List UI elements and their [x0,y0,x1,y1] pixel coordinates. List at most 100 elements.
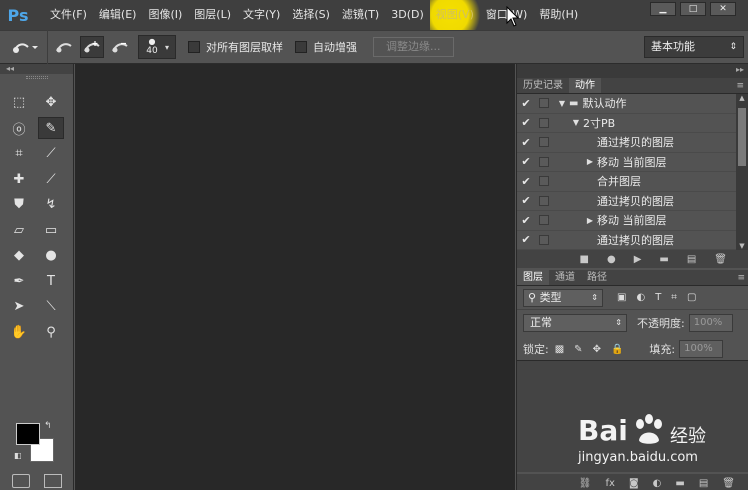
toggle-dialog-checkbox[interactable] [539,137,549,148]
tab-channels[interactable]: 通道 [549,270,581,285]
zoom-icon[interactable]: ⚲ [38,321,64,343]
tab-actions[interactable]: 动作 [569,78,601,93]
expanded-arrow-icon[interactable]: ▼ [555,99,569,108]
auto-enhance-checkbox[interactable] [295,41,307,53]
swap-colors-icon[interactable]: ↰ [44,421,52,431]
panel-collapse-bar[interactable]: ▸▸ [517,64,748,78]
marquee-icon[interactable]: ⬚ [6,92,32,114]
stop-icon[interactable]: ■ [580,254,589,265]
tool-preset-picker[interactable] [0,30,48,64]
toggle-item-check-icon[interactable]: ✔ [517,214,535,227]
menu-layer[interactable]: 图层(L) [188,0,237,30]
move-icon[interactable]: ✥ [38,92,64,114]
clone-stamp-icon[interactable]: ⛊ [6,194,32,216]
sample-all-layers-checkbox[interactable] [188,41,200,53]
delete-icon[interactable]: 🗑 [714,254,727,265]
new-set-icon[interactable]: ▬ [659,254,668,265]
type-icon[interactable]: T [38,270,64,292]
fill-field[interactable]: 100% [679,340,724,358]
expanded-arrow-icon[interactable]: ▼ [569,118,583,127]
menu-edit[interactable]: 编辑(E) [93,0,143,30]
actions-scrollbar[interactable]: ▲ ▼ [736,94,748,250]
menu-help[interactable]: 帮助(H) [533,0,584,30]
action-row[interactable]: ✔ 通过拷贝的图层 [517,231,737,250]
add-mask-icon[interactable]: ◙ [629,478,639,489]
new-layer-icon[interactable]: ▤ [699,478,708,489]
toggle-dialog-checkbox[interactable] [539,195,549,206]
hand-icon[interactable]: ✋ [6,321,32,343]
maximize-icon[interactable]: □ [680,2,706,16]
toggle-item-check-icon[interactable]: ✔ [517,194,535,207]
refine-edge-button[interactable]: 调整边缘... [373,37,454,57]
toggle-dialog-checkbox[interactable] [539,117,549,128]
menu-view[interactable]: 视图(V) [429,0,480,30]
toggle-dialog-checkbox[interactable] [539,176,549,187]
record-icon[interactable]: ● [607,254,616,265]
lock-all-icon[interactable]: 🔒 [611,344,623,355]
pen-icon[interactable]: ✒ [6,270,32,292]
action-row[interactable]: ✔ ▶ 移动 当前图层 [517,211,737,231]
line-icon[interactable]: ⟍ [38,296,64,318]
healing-brush-icon[interactable]: ✚ [6,168,32,190]
collapsed-arrow-icon[interactable]: ▶ [583,216,597,225]
smart-object-filter-icon[interactable]: ▢ [687,292,696,303]
tab-history[interactable]: 历史记录 [517,78,569,93]
toolbox-collapse-icon[interactable]: ◂◂ [0,64,73,74]
action-row[interactable]: ✔ 通过拷贝的图层 [517,192,737,211]
lock-position-icon[interactable]: ✥ [593,344,601,355]
brush-icon[interactable]: ⟋ [38,168,64,190]
action-row[interactable]: ✔ ▼ ▬ 默认动作 [517,94,737,114]
toggle-dialog-checkbox[interactable] [539,98,549,109]
quick-mask-icon[interactable] [12,474,30,488]
lock-transparent-icon[interactable]: ▩ [555,344,564,355]
collapse-arrows-icon[interactable]: ▸▸ [736,65,744,74]
close-icon[interactable]: ✕ [710,2,736,16]
toggle-item-check-icon[interactable]: ✔ [517,116,535,129]
tab-paths[interactable]: 路径 [581,270,613,285]
default-colors-icon[interactable]: ◧ [14,451,24,461]
menu-select[interactable]: 选择(S) [286,0,336,30]
menu-type[interactable]: 文字(Y) [237,0,286,30]
subtract-selection-button[interactable] [108,36,132,58]
pixel-layer-filter-icon[interactable]: ▣ [617,292,626,303]
lock-image-icon[interactable]: ✎ [574,344,582,355]
shape-layer-filter-icon[interactable]: ⌗ [671,292,677,303]
adjustment-layer-filter-icon[interactable]: ◐ [636,292,645,303]
scroll-up-icon[interactable]: ▲ [736,94,748,102]
adjustment-layer-icon[interactable]: ◐ [653,478,662,489]
toggle-dialog-checkbox[interactable] [539,234,549,245]
add-to-selection-button[interactable] [80,36,104,58]
type-layer-filter-icon[interactable]: T [655,292,661,303]
eraser-icon[interactable]: ▱ [6,219,32,241]
action-row[interactable]: ✔ 通过拷贝的图层 [517,133,737,153]
action-row[interactable]: ✔ ▶ 移动 当前图层 [517,153,737,172]
toggle-dialog-checkbox[interactable] [539,215,549,226]
toggle-item-check-icon[interactable]: ✔ [517,155,535,168]
toggle-item-check-icon[interactable]: ✔ [517,175,535,188]
dodge-icon[interactable]: ● [38,245,64,267]
layer-filter-select[interactable]: ⚲ 类型 ⇕ [523,288,603,307]
fx-icon[interactable]: fx [606,478,615,489]
eyedropper-icon[interactable]: ⟋ [38,143,64,165]
action-row[interactable]: ✔ 合并图层 [517,172,737,192]
toggle-item-check-icon[interactable]: ✔ [517,233,535,246]
play-icon[interactable]: ▶ [634,254,642,265]
new-group-icon[interactable]: ▬ [675,478,684,489]
toggle-item-check-icon[interactable]: ✔ [517,136,535,149]
toggle-item-check-icon[interactable]: ✔ [517,97,535,110]
scroll-down-icon[interactable]: ▼ [736,242,748,250]
delete-layer-icon[interactable]: 🗑 [722,478,735,489]
gradient-icon[interactable]: ▭ [38,219,64,241]
foreground-color-swatch[interactable] [16,423,40,445]
workspace-select[interactable]: 基本功能 ⇕ [644,36,744,58]
document-canvas-area[interactable] [75,64,515,490]
tab-layers[interactable]: 图层 [517,270,549,285]
screen-mode-icon[interactable] [44,474,62,488]
opacity-field[interactable]: 100% [688,314,733,332]
menu-file[interactable]: 文件(F) [44,0,93,30]
layers-panel-menu-icon[interactable]: ≡ [737,270,748,285]
menu-3d[interactable]: 3D(D) [385,0,430,30]
toggle-dialog-checkbox[interactable] [539,156,549,167]
lasso-icon[interactable]: ⓞ [6,117,32,139]
history-brush-icon[interactable]: ↯ [38,194,64,216]
